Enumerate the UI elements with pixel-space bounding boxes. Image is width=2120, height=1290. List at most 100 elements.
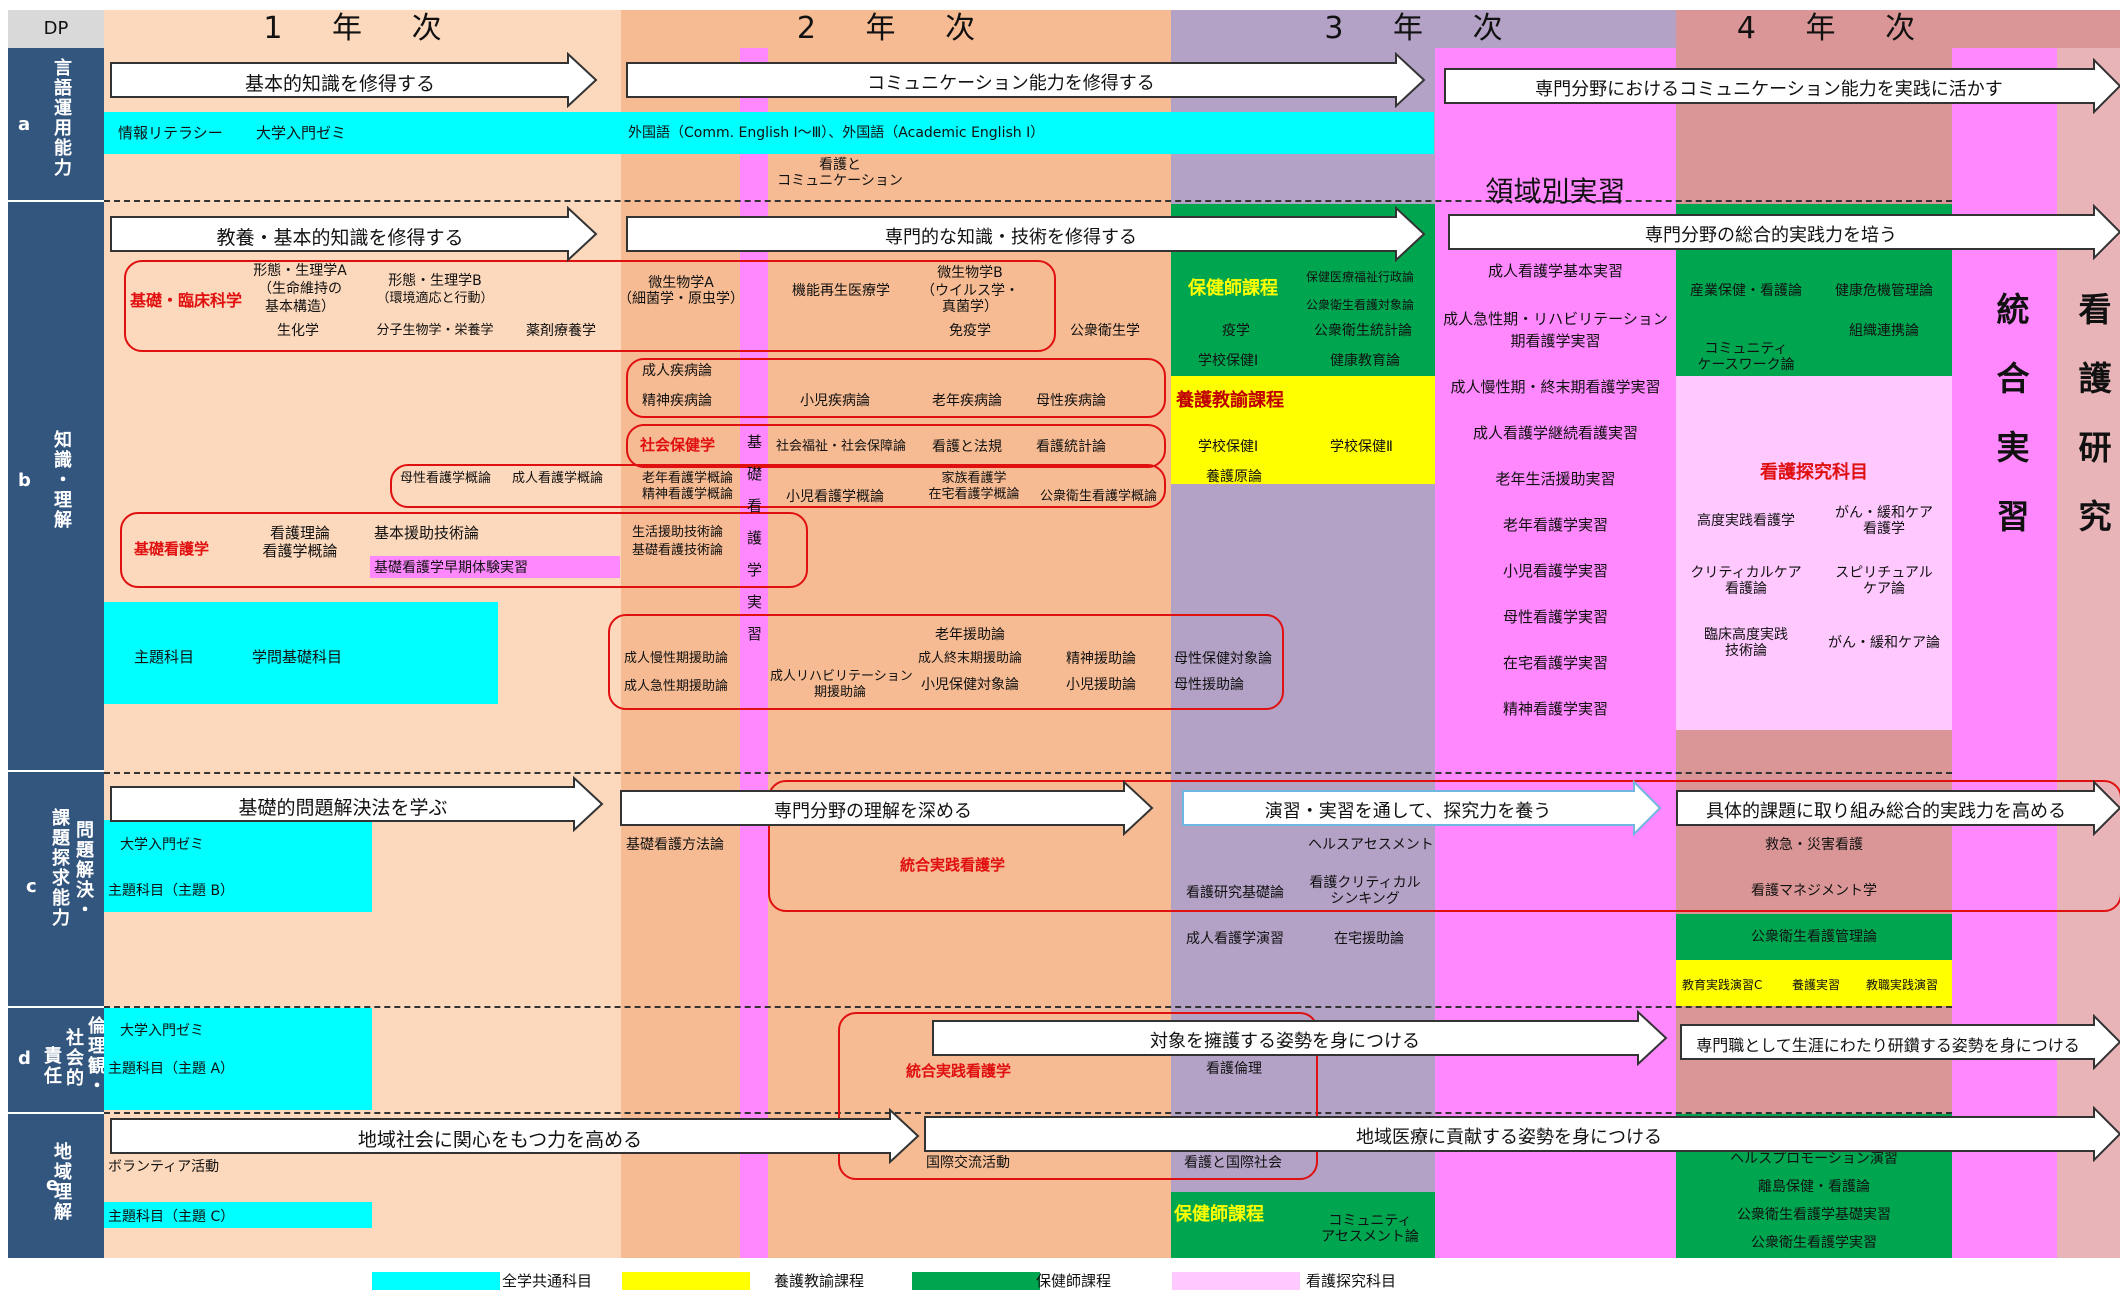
kango-riron: 看護理論 bbox=[269, 524, 330, 542]
arrow-a2-label: コミュニケーション能力を修得する bbox=[867, 73, 1155, 94]
arrow-b1: 教養・基本的知識を修得する bbox=[110, 206, 598, 262]
jisshu-7: 小児看護学実習 bbox=[1502, 562, 1608, 580]
hoken-iryo: 保健医療福祉行政論 bbox=[1306, 270, 1415, 284]
keitai-a-3: 基本構造） bbox=[265, 299, 335, 315]
gan-kanwa-2: 看護学 bbox=[1863, 521, 1905, 537]
kiso-gijutsu: 基礎看護技術論 bbox=[632, 543, 724, 558]
seikatsu-engo: 生活援助技術論 bbox=[632, 525, 724, 540]
rito-hoken: 離島保健・看護論 bbox=[1758, 1179, 1870, 1195]
kango-comm-2: コミュニケーション bbox=[777, 173, 903, 189]
legend-swatch-hokenshi bbox=[912, 1272, 1040, 1290]
arrow-b3-label: 専門分野の総合的実践力を培う bbox=[1645, 225, 1897, 246]
bunshi-seibutsu: 分子生物学・栄養学 bbox=[376, 323, 494, 338]
separator-cd bbox=[104, 1006, 1952, 1008]
arrow-e1: 地域社会に関心をもつ力を高める bbox=[110, 1108, 920, 1164]
kiso-rinsho-label: 基礎・臨床科学 bbox=[130, 291, 243, 310]
shoni-hoken: 小児保健対象論 bbox=[921, 677, 1019, 693]
dp-c-title2: 問題解決・ bbox=[73, 820, 94, 920]
dp-e-cell: 地域理解 e bbox=[8, 1114, 104, 1260]
community-assess-2: アセスメント論 bbox=[1321, 1229, 1419, 1245]
dp-c-letter: c bbox=[26, 876, 37, 897]
critical-care-2: 看護論 bbox=[1725, 581, 1767, 597]
biseibutsu-b-1: 微生物学B bbox=[937, 265, 1003, 281]
legend-hokenshi: 保健師課程 bbox=[1036, 1272, 1112, 1290]
kango-gairon: 看護学概論 bbox=[262, 542, 338, 560]
daigaku-zemi-a: 大学入門ゼミ bbox=[256, 124, 347, 142]
soki-taiken: 基礎看護学早期体験実習 bbox=[374, 560, 528, 576]
jisshu-8: 母性看護学実習 bbox=[1502, 608, 1608, 626]
arrow-c1-label: 基礎的問題解決法を学ぶ bbox=[238, 797, 448, 819]
shudai-kamoku: 主題科目 bbox=[134, 648, 195, 666]
bosei-shippei: 母性疾病論 bbox=[1036, 393, 1106, 409]
arrow-d1-label: 対象を擁護する姿勢を身につける bbox=[1150, 1031, 1420, 1052]
ronen-shippei: 老年疾病論 bbox=[932, 393, 1002, 409]
shakai-hoken: 社会保健学 bbox=[640, 436, 716, 454]
arrow-a3: 専門分野におけるコミュニケーション能力を実践に活かす bbox=[1444, 58, 2120, 114]
year4-label: 4 年 次 bbox=[1736, 11, 1936, 46]
arrow-b3: 専門分野の総合的実践力を培う bbox=[1448, 204, 2120, 260]
biseibutsu-b-3: 真菌学） bbox=[942, 299, 998, 315]
arrow-d2-label: 専門職として生涯にわたり研鑽する姿勢を身につける bbox=[1696, 1036, 2080, 1055]
shoni-engo: 小児援助論 bbox=[1066, 677, 1136, 693]
dp-b-cell: 知識・理解 b bbox=[8, 202, 104, 772]
keitai-b-2: （環境適応と行動） bbox=[376, 291, 494, 306]
yakuzai-ryoyo: 薬剤療養学 bbox=[526, 323, 596, 339]
seijin-rehab-2: 期援助論 bbox=[813, 685, 866, 700]
kyoiku-jissen-c: 教育実践演習C bbox=[1682, 978, 1763, 992]
arrow-e2-label: 地域医療に貢献する姿勢を身につける bbox=[1356, 1127, 1662, 1148]
legend-swatch-common bbox=[372, 1272, 500, 1290]
dp-a-title: 言語運用能力 bbox=[51, 58, 72, 178]
dp-b-letter: b bbox=[18, 470, 31, 491]
jisshu-2b: 期看護学実習 bbox=[1510, 332, 1601, 350]
yogo-label: 養護教諭課程 bbox=[1176, 390, 1284, 411]
seijin-kyusei: 成人急性期援助論 bbox=[624, 679, 729, 694]
joho-literacy: 情報リテラシー bbox=[118, 124, 223, 142]
seishin-shippei: 精神疾病論 bbox=[642, 393, 712, 409]
koshu-taisho: 公衆衛生看護対象論 bbox=[1306, 298, 1415, 312]
legend-tankyu: 看護探究科目 bbox=[1306, 1272, 1397, 1290]
legend-swatch-yogo bbox=[622, 1272, 750, 1290]
seijin-mansei: 成人慢性期援助論 bbox=[624, 651, 729, 666]
biseibutsu-a-2: （細菌学・原虫学） bbox=[618, 291, 744, 307]
arrow-c3: 演習・実習を通して、探究力を養う bbox=[1182, 780, 1662, 836]
legend-common: 全学共通科目 bbox=[502, 1272, 593, 1290]
kango-management: 看護マネジメント学 bbox=[1751, 883, 1877, 899]
seijin-enshu: 成人看護学演習 bbox=[1186, 931, 1284, 947]
yogo-genron: 養護原論 bbox=[1206, 469, 1262, 485]
shakai-fukushi: 社会福祉・社会保障論 bbox=[776, 439, 907, 454]
kiso-kango-label: 基礎看護学 bbox=[134, 540, 210, 558]
jisshu-5: 老年生活援助実習 bbox=[1495, 470, 1616, 488]
keitai-a-2: （生命維持の bbox=[258, 281, 342, 297]
kihon-engo: 基本援助技術論 bbox=[374, 524, 480, 542]
bosei-engo: 母性援助論 bbox=[1174, 677, 1244, 693]
year1-label: 1 年 次 bbox=[263, 11, 462, 46]
hokenshi-label: 保健師課程 bbox=[1188, 278, 1278, 299]
ronen-engo: 老年援助論 bbox=[935, 627, 1005, 643]
arrow-a2: コミュニケーション能力を修得する bbox=[626, 52, 1426, 108]
kango-hoki: 看護と法規 bbox=[932, 439, 1002, 455]
year2-label: 2 年 次 bbox=[796, 11, 996, 46]
rinsho-kodo-2: 技術論 bbox=[1725, 643, 1767, 659]
seijin-gairon: 成人看護学概論 bbox=[512, 471, 604, 486]
critical-thinking-2: シンキング bbox=[1330, 891, 1400, 907]
kenkyu-kiso: 看護研究基礎論 bbox=[1186, 885, 1284, 901]
dp-a-cell: 言語運用能力 a bbox=[8, 48, 104, 202]
kenko-kiki: 健康危機管理論 bbox=[1835, 283, 1933, 299]
jisshu-4: 成人看護学継続看護実習 bbox=[1472, 424, 1638, 442]
yogo-jisshu: 養護実習 bbox=[1792, 978, 1841, 992]
shudai-c: 主題科目（主題 C） bbox=[108, 1209, 235, 1225]
legend-yogo: 養護教諭課程 bbox=[774, 1272, 865, 1290]
kango-tokei: 看護統計論 bbox=[1036, 439, 1106, 455]
arrow-b1-label: 教養・基本的知識を修得する bbox=[216, 227, 464, 249]
kodo-jissen: 高度実践看護学 bbox=[1697, 513, 1795, 529]
year3-label: 3 年 次 bbox=[1324, 11, 1523, 46]
jisshu-6: 老年看護学実習 bbox=[1502, 516, 1608, 534]
dp-d-cell: 責任 社会的 倫理観・ d bbox=[8, 1008, 106, 1114]
koshu-eisei: 公衆衛生学 bbox=[1070, 323, 1140, 339]
shudai-b: 主題科目（主題 B） bbox=[108, 883, 235, 899]
togo-jissen-c: 統合実践看護学 bbox=[900, 856, 1006, 874]
separator-bc bbox=[104, 772, 1952, 774]
arrow-c2-label: 専門分野の理解を深める bbox=[774, 801, 972, 822]
keitai-b-1: 形態・生理学B bbox=[388, 273, 482, 289]
arrow-e2: 地域医療に貢献する姿勢を身につける bbox=[924, 1106, 2120, 1162]
